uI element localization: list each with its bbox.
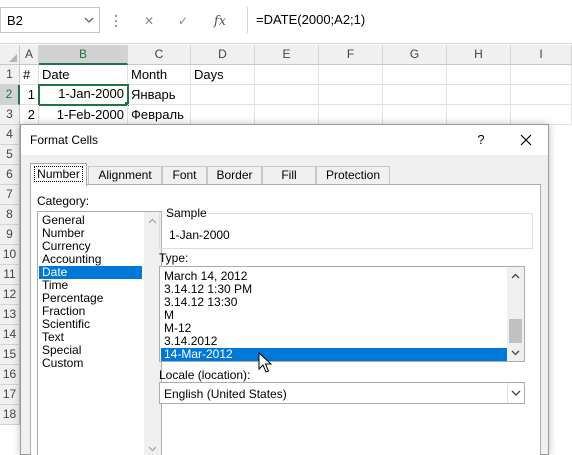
column-header-b[interactable]: B bbox=[39, 45, 128, 65]
cell-a3[interactable]: 2 bbox=[20, 105, 39, 125]
close-icon[interactable] bbox=[516, 130, 536, 150]
column-header-f[interactable]: F bbox=[319, 45, 383, 65]
cell-g1[interactable] bbox=[383, 65, 447, 85]
type-label: Type: bbox=[159, 251, 189, 265]
cell-i3[interactable] bbox=[511, 105, 572, 125]
cell-c1[interactable]: Month bbox=[128, 65, 191, 85]
cell-f2[interactable] bbox=[319, 85, 383, 105]
tab-font[interactable]: Font bbox=[162, 166, 207, 185]
number-tab-panel: Category: General Number Currency Accoun… bbox=[30, 184, 541, 455]
row-header-4[interactable]: 4 bbox=[0, 125, 20, 145]
cell-f1[interactable] bbox=[319, 65, 383, 85]
row-header-7[interactable]: 7 bbox=[0, 185, 20, 205]
cell-b3[interactable]: 1-Feb-2000 bbox=[39, 105, 128, 125]
row-header-9[interactable]: 9 bbox=[0, 225, 20, 245]
cell-h2[interactable] bbox=[447, 85, 511, 105]
drag-handle-icon[interactable] bbox=[103, 12, 129, 30]
format-cells-dialog: Format Cells ? Number Alignment Font Bor… bbox=[20, 124, 549, 455]
type-item[interactable]: 3.14.12 13:30 bbox=[161, 296, 507, 309]
dialog-title: Format Cells bbox=[30, 133, 99, 147]
select-all-corner[interactable] bbox=[0, 45, 20, 65]
cell-a2[interactable]: 1 bbox=[20, 85, 39, 105]
cell-e1[interactable] bbox=[255, 65, 319, 85]
row-header-3[interactable]: 3 bbox=[0, 105, 20, 125]
insert-function-icon[interactable]: fx bbox=[210, 11, 230, 31]
column-header-d[interactable]: D bbox=[191, 45, 255, 65]
cell-e2[interactable] bbox=[255, 85, 319, 105]
cell-c3[interactable]: Февраль bbox=[128, 105, 191, 125]
cell-i2[interactable] bbox=[511, 85, 572, 105]
row-header-13[interactable]: 13 bbox=[0, 305, 20, 325]
help-button[interactable]: ? bbox=[471, 130, 491, 150]
tab-alignment[interactable]: Alignment bbox=[88, 166, 162, 185]
cell-a1[interactable]: # bbox=[20, 65, 39, 85]
sample-label: Sample bbox=[165, 206, 208, 220]
formula-input[interactable]: =DATE(2000;A2;1) bbox=[247, 7, 572, 33]
cell-d3[interactable] bbox=[191, 105, 255, 125]
row-header-16[interactable]: 16 bbox=[0, 365, 20, 385]
type-list[interactable]: March 14, 2012 3.14.12 1:30 PM 3.14.12 1… bbox=[159, 266, 525, 362]
chevron-down-icon[interactable] bbox=[507, 383, 524, 403]
row-header-10[interactable]: 10 bbox=[0, 245, 20, 265]
column-header-i[interactable]: I bbox=[511, 45, 572, 65]
category-item-custom[interactable]: Custom bbox=[39, 357, 142, 370]
tab-number[interactable]: Number bbox=[30, 163, 87, 186]
row-header-11[interactable]: 11 bbox=[0, 265, 20, 285]
row-header-17[interactable]: 17 bbox=[0, 385, 20, 405]
cell-e3[interactable] bbox=[255, 105, 319, 125]
scroll-thumb[interactable] bbox=[509, 319, 522, 343]
row-header-5[interactable]: 5 bbox=[0, 145, 20, 165]
row-header-15[interactable]: 15 bbox=[0, 345, 20, 365]
type-item[interactable]: M bbox=[161, 309, 507, 322]
chevron-down-icon[interactable] bbox=[82, 13, 96, 27]
sample-group: Sample 1-Jan-2000 bbox=[159, 206, 533, 249]
formula-bar: B2 ✕ ✓ fx =DATE(2000;A2;1) bbox=[0, 0, 572, 44]
tab-protection[interactable]: Protection bbox=[316, 166, 390, 185]
column-header-e[interactable]: E bbox=[255, 45, 319, 65]
mouse-pointer-icon bbox=[258, 352, 272, 373]
tab-border[interactable]: Border bbox=[207, 166, 262, 185]
row-header-12[interactable]: 12 bbox=[0, 285, 20, 305]
cell-g3[interactable] bbox=[383, 105, 447, 125]
sample-value: 1-Jan-2000 bbox=[169, 228, 230, 242]
cell-h3[interactable] bbox=[447, 105, 511, 125]
scroll-down-icon[interactable] bbox=[144, 440, 161, 455]
locale-select[interactable]: English (United States) bbox=[159, 382, 525, 404]
tab-fill[interactable]: Fill bbox=[262, 166, 316, 185]
cell-f3[interactable] bbox=[319, 105, 383, 125]
cell-d1[interactable]: Days bbox=[191, 65, 255, 85]
cell-h1[interactable] bbox=[447, 65, 511, 85]
formula-text: =DATE(2000;A2;1) bbox=[256, 12, 366, 27]
row-header-6[interactable]: 6 bbox=[0, 165, 20, 185]
column-header-a[interactable]: A bbox=[20, 45, 39, 65]
row-header-1[interactable]: 1 bbox=[0, 65, 20, 85]
cell-i1[interactable] bbox=[511, 65, 572, 85]
enter-icon[interactable]: ✓ bbox=[173, 11, 193, 31]
row-header-14[interactable]: 14 bbox=[0, 325, 20, 345]
name-box[interactable]: B2 bbox=[0, 7, 100, 33]
dialog-title-bar[interactable]: Format Cells ? bbox=[21, 125, 548, 155]
category-label: Category: bbox=[37, 194, 90, 208]
cell-b1[interactable]: Date bbox=[39, 65, 128, 85]
row-header-8[interactable]: 8 bbox=[0, 205, 20, 225]
column-header-g[interactable]: G bbox=[383, 45, 447, 65]
row-header-18[interactable]: 18 bbox=[0, 405, 20, 425]
cell-g2[interactable] bbox=[383, 85, 447, 105]
type-item-selected[interactable]: 14-Mar-2012 bbox=[161, 348, 507, 361]
column-header-c[interactable]: C bbox=[128, 45, 191, 65]
row-header-2[interactable]: 2 bbox=[0, 85, 20, 105]
locale-value: English (United States) bbox=[164, 387, 287, 401]
name-box-value: B2 bbox=[7, 13, 23, 28]
type-scrollbar[interactable] bbox=[507, 267, 524, 361]
scroll-down-icon[interactable] bbox=[507, 344, 524, 361]
locale-label: Locale (location): bbox=[159, 368, 251, 382]
cell-b2[interactable]: 1-Jan-2000 bbox=[38, 84, 129, 106]
category-list[interactable]: General Number Currency Accounting Date … bbox=[37, 211, 162, 455]
scroll-up-icon[interactable] bbox=[507, 267, 524, 284]
cancel-icon[interactable]: ✕ bbox=[139, 11, 159, 31]
column-header-h[interactable]: H bbox=[447, 45, 511, 65]
cell-d2[interactable] bbox=[191, 85, 255, 105]
cell-c2[interactable]: Январь bbox=[128, 85, 191, 105]
